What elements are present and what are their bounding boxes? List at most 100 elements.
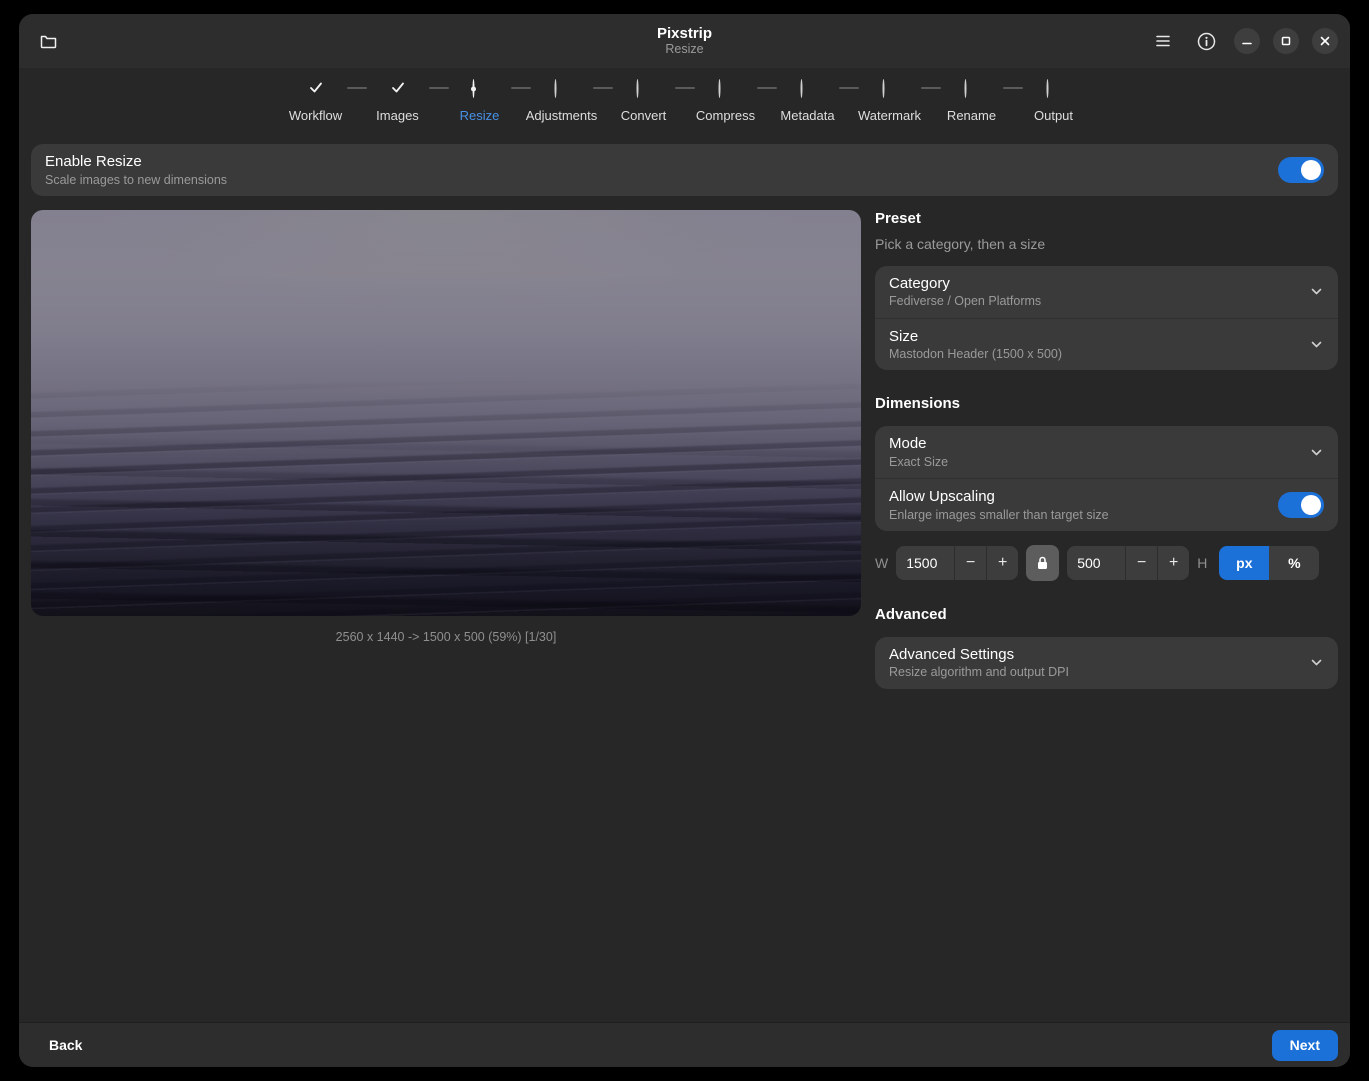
open-folder-button[interactable] xyxy=(33,26,63,56)
lock-icon xyxy=(1035,555,1050,571)
advanced-card: Advanced Settings Resize algorithm and o… xyxy=(875,637,1338,689)
radio-icon xyxy=(882,80,897,95)
preset-subheading: Pick a category, then a size xyxy=(875,236,1338,252)
unit-percent-button[interactable]: % xyxy=(1269,546,1319,580)
step-label: Watermark xyxy=(858,108,921,123)
enable-resize-subtitle: Scale images to new dimensions xyxy=(45,172,1278,188)
width-input[interactable]: 1500 xyxy=(896,546,954,580)
preset-heading: Preset xyxy=(875,210,1338,227)
chevron-down-icon xyxy=(1309,655,1324,670)
preview-image xyxy=(31,210,861,616)
step-workflow[interactable]: Workflow xyxy=(285,80,347,130)
step-label: Rename xyxy=(947,108,996,123)
category-value: Fediverse / Open Platforms xyxy=(889,293,1299,309)
preset-card: Category Fediverse / Open Platforms Size… xyxy=(875,266,1338,371)
step-connector xyxy=(675,87,695,89)
info-icon xyxy=(1197,32,1216,51)
step-label: Metadata xyxy=(780,108,834,123)
radio-icon xyxy=(554,80,569,95)
headerbar: Pixstrip Resize xyxy=(19,14,1350,68)
app-window: Pixstrip Resize xyxy=(19,14,1350,1067)
enable-resize-row: Enable Resize Scale images to new dimens… xyxy=(31,144,1338,196)
workflow-stepper: Workflow Images Resize Adjustments Conve… xyxy=(19,68,1350,138)
radio-icon xyxy=(718,80,733,95)
step-adjustments[interactable]: Adjustments xyxy=(531,80,593,130)
mode-dropdown[interactable]: Mode Exact Size xyxy=(875,426,1338,478)
allow-upscaling-toggle[interactable] xyxy=(1278,492,1324,518)
menu-icon xyxy=(1155,34,1171,48)
step-rename[interactable]: Rename xyxy=(941,80,1003,130)
width-spinner: 1500 − + xyxy=(896,546,1018,580)
width-increment-button[interactable]: + xyxy=(986,546,1018,580)
mode-label: Mode xyxy=(889,434,1299,454)
height-decrement-button[interactable]: − xyxy=(1125,546,1157,580)
folder-icon xyxy=(39,32,58,51)
advanced-settings-subtitle: Resize algorithm and output DPI xyxy=(889,664,1299,680)
close-button[interactable] xyxy=(1312,28,1338,54)
step-compress[interactable]: Compress xyxy=(695,80,757,130)
unit-toggle-group: px % xyxy=(1219,546,1319,580)
about-button[interactable] xyxy=(1191,26,1221,56)
enable-resize-title: Enable Resize xyxy=(45,152,1278,172)
check-icon xyxy=(390,80,405,95)
allow-upscaling-title: Allow Upscaling xyxy=(889,487,1278,507)
aspect-lock-button[interactable] xyxy=(1026,545,1059,581)
step-connector xyxy=(921,87,941,89)
step-label: Resize xyxy=(460,108,500,123)
size-dropdown[interactable]: Size Mastodon Header (1500 x 500) xyxy=(875,318,1338,371)
unit-px-button[interactable]: px xyxy=(1219,546,1269,580)
height-increment-button[interactable]: + xyxy=(1157,546,1189,580)
maximize-button[interactable] xyxy=(1273,28,1299,54)
advanced-settings-title: Advanced Settings xyxy=(889,645,1299,665)
size-input-row: W 1500 − + xyxy=(875,545,1338,581)
step-connector xyxy=(839,87,859,89)
advanced-heading: Advanced xyxy=(875,606,1338,623)
advanced-settings-expander[interactable]: Advanced Settings Resize algorithm and o… xyxy=(875,637,1338,689)
step-watermark[interactable]: Watermark xyxy=(859,80,921,130)
chevron-down-icon xyxy=(1309,337,1324,352)
allow-upscaling-row: Allow Upscaling Enlarge images smaller t… xyxy=(875,478,1338,531)
size-label: Size xyxy=(889,327,1299,347)
step-convert[interactable]: Convert xyxy=(613,80,675,130)
check-icon xyxy=(308,80,323,95)
width-decrement-button[interactable]: − xyxy=(954,546,986,580)
dimensions-heading: Dimensions xyxy=(875,395,1338,412)
step-images[interactable]: Images xyxy=(367,80,429,130)
size-value: Mastodon Header (1500 x 500) xyxy=(889,346,1299,362)
step-label: Output xyxy=(1034,108,1073,123)
minimize-icon xyxy=(1241,35,1253,47)
category-dropdown[interactable]: Category Fediverse / Open Platforms xyxy=(875,266,1338,318)
chevron-down-icon xyxy=(1309,445,1324,460)
settings-pane: Preset Pick a category, then a size Cate… xyxy=(875,210,1338,689)
height-label: H xyxy=(1197,555,1207,571)
main-content: Enable Resize Scale images to new dimens… xyxy=(19,138,1350,1022)
step-connector xyxy=(347,87,367,89)
footer-bar: Back Next xyxy=(19,1022,1350,1067)
width-label: W xyxy=(875,555,888,571)
preview-pane: 2560 x 1440 -> 1500 x 500 (59%) [1/30] xyxy=(31,210,861,689)
dimensions-card: Mode Exact Size Allow Upscaling Enlarge … xyxy=(875,426,1338,531)
back-button[interactable]: Back xyxy=(39,1031,92,1059)
height-input[interactable]: 500 xyxy=(1067,546,1125,580)
step-label: Images xyxy=(376,108,419,123)
step-label: Convert xyxy=(621,108,667,123)
radio-icon xyxy=(964,80,979,95)
step-metadata[interactable]: Metadata xyxy=(777,80,839,130)
height-spinner: 500 − + xyxy=(1067,546,1189,580)
mode-value: Exact Size xyxy=(889,454,1299,470)
window-subtitle: Resize xyxy=(657,42,712,56)
step-output[interactable]: Output xyxy=(1023,80,1085,130)
enable-resize-toggle[interactable] xyxy=(1278,157,1324,183)
category-label: Category xyxy=(889,274,1299,294)
step-resize[interactable]: Resize xyxy=(449,80,511,130)
radio-icon xyxy=(800,80,815,95)
minimize-button[interactable] xyxy=(1234,28,1260,54)
close-icon xyxy=(1319,35,1331,47)
maximize-icon xyxy=(1280,35,1292,47)
main-menu-button[interactable] xyxy=(1148,26,1178,56)
next-button[interactable]: Next xyxy=(1272,1030,1338,1061)
radio-icon xyxy=(1046,80,1061,95)
step-connector xyxy=(1003,87,1023,89)
preview-caption: 2560 x 1440 -> 1500 x 500 (59%) [1/30] xyxy=(31,630,861,644)
step-label: Compress xyxy=(696,108,755,123)
